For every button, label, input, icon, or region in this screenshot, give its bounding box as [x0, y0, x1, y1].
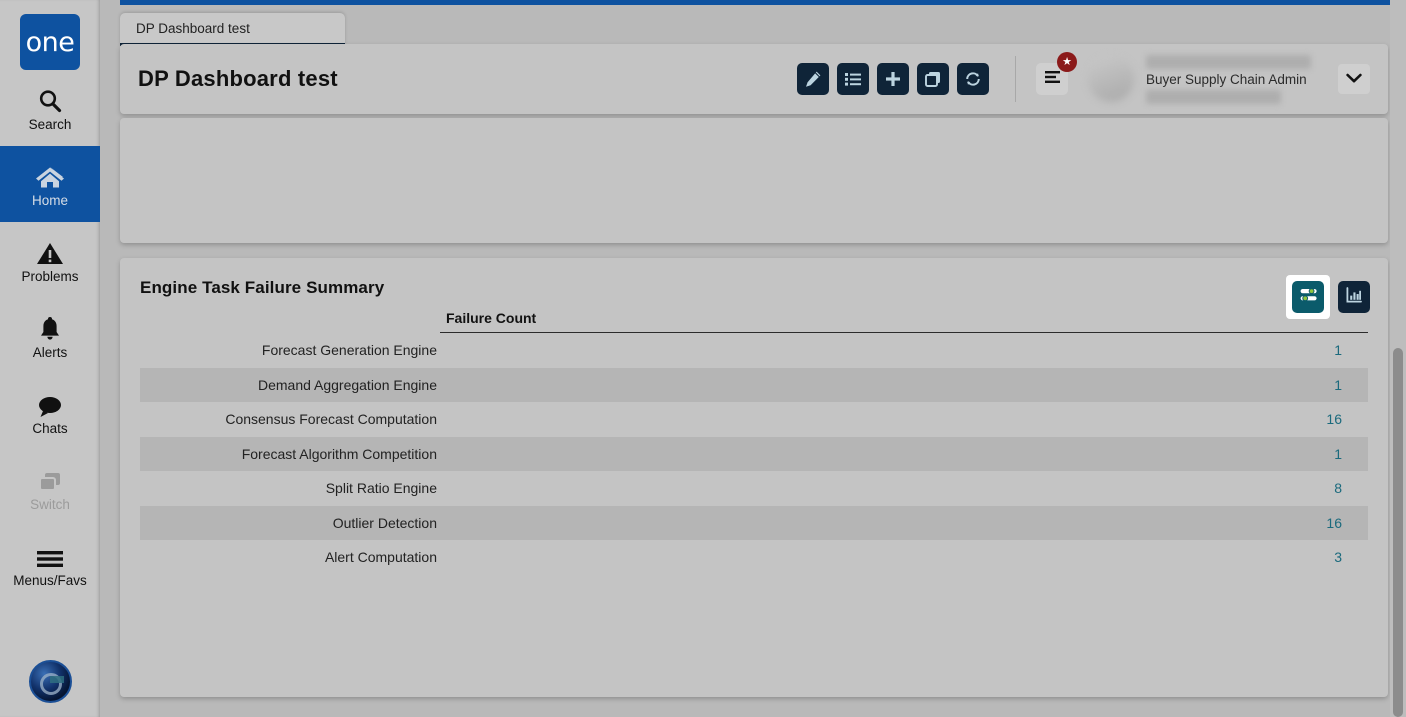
table-row[interactable]: Demand Aggregation Engine 1: [140, 367, 1368, 402]
row-value[interactable]: 1: [440, 446, 1368, 462]
page-title: DP Dashboard test: [138, 66, 338, 91]
row-label: Forecast Generation Engine: [261, 342, 437, 359]
avatar: [1088, 56, 1134, 102]
row-value[interactable]: 8: [440, 480, 1368, 496]
app-root: one Search Home Problems Alerts Chats Sw…: [0, 0, 1406, 717]
pencil-icon: [804, 70, 822, 88]
plus-icon: [884, 70, 902, 88]
tab-bar: DP Dashboard test: [120, 13, 345, 46]
sidebar-item-alerts[interactable]: Alerts: [0, 298, 100, 374]
row-value[interactable]: 16: [440, 515, 1368, 531]
sidebar-item-search[interactable]: Search: [0, 70, 100, 146]
globe-orb-icon[interactable]: [28, 660, 72, 703]
panel-title: Engine Task Failure Summary: [140, 278, 385, 297]
table-header-blank: [140, 310, 440, 333]
empty-widget-panel: [120, 118, 1388, 243]
hamburger-icon: [35, 540, 65, 570]
user-org-redacted: [1146, 89, 1281, 104]
row-label: Outlier Detection: [332, 514, 437, 531]
warning-triangle-icon: [36, 236, 64, 266]
switch-windows-icon: [36, 464, 64, 494]
home-icon: [35, 160, 65, 190]
table-header-failure-count: Failure Count: [440, 310, 1368, 333]
add-button[interactable]: [877, 63, 909, 95]
refresh-icon: [964, 70, 982, 88]
left-sidebar: one Search Home Problems Alerts Chats Sw…: [0, 0, 100, 717]
top-accent-bar: [120, 0, 1406, 5]
account-dropdown-button[interactable]: [1338, 64, 1370, 94]
sidebar-item-label: Chats: [32, 421, 68, 437]
one-logo[interactable]: one: [20, 14, 80, 70]
sidebar-item-menus-favs[interactable]: Menus/Favs: [0, 526, 100, 602]
row-value[interactable]: 1: [440, 377, 1368, 393]
table-row[interactable]: Outlier Detection 16: [140, 505, 1368, 540]
bell-icon: [37, 312, 63, 342]
notifications-menu[interactable]: ★: [1036, 52, 1077, 95]
edit-button[interactable]: [797, 63, 829, 95]
search-icon: [37, 84, 63, 114]
table-row[interactable]: Alert Computation 3: [140, 540, 1368, 575]
bar-chart-icon: [1345, 286, 1363, 309]
tab-dp-dashboard-test[interactable]: DP Dashboard test: [120, 13, 345, 46]
sidebar-item-label: Alerts: [32, 345, 68, 361]
sidebar-item-home[interactable]: Home: [0, 146, 100, 222]
row-label: Alert Computation: [324, 549, 437, 566]
page-scrollbar-thumb[interactable]: [1393, 348, 1403, 717]
table-row[interactable]: Consensus Forecast Computation 16: [140, 402, 1368, 437]
copy-icon: [924, 70, 942, 88]
failure-summary-table: Failure Count Forecast Generation Engine…: [140, 310, 1368, 575]
list-button[interactable]: [837, 63, 869, 95]
row-value[interactable]: 1: [440, 342, 1368, 358]
chart-view-button[interactable]: [1338, 281, 1370, 313]
sidebar-item-switch[interactable]: Switch: [0, 450, 100, 526]
header-divider: [1015, 56, 1016, 102]
settings-button[interactable]: [1292, 281, 1324, 313]
sidebar-item-label: Switch: [30, 497, 70, 513]
row-label: Split Ratio Engine: [325, 480, 437, 497]
row-label: Forecast Algorithm Competition: [241, 445, 437, 462]
sidebar-item-label: Problems: [21, 269, 79, 285]
sidebar-item-label: Menus/Favs: [13, 573, 87, 589]
list-icon: [844, 70, 862, 88]
page-header: DP Dashboard test ★ Buyer Supply Chain A…: [120, 44, 1388, 114]
table-row[interactable]: Split Ratio Engine 8: [140, 471, 1368, 506]
user-info: Buyer Supply Chain Admin: [1146, 54, 1316, 104]
page-scrollbar-track[interactable]: [1390, 0, 1406, 717]
one-logo-text: one: [25, 26, 75, 58]
sidebar-item-label: Search: [28, 117, 72, 133]
refresh-button[interactable]: [957, 63, 989, 95]
hamburger-icon: [1044, 70, 1061, 89]
chat-bubble-icon: [36, 388, 64, 418]
row-label: Demand Aggregation Engine: [257, 376, 437, 393]
row-value[interactable]: 3: [440, 549, 1368, 565]
table-row[interactable]: Forecast Algorithm Competition 1: [140, 436, 1368, 471]
tab-label: DP Dashboard test: [136, 20, 250, 36]
row-label: Consensus Forecast Computation: [225, 411, 437, 428]
user-name-redacted: [1146, 54, 1311, 69]
engine-task-failure-summary-panel: Engine Task Failure Summary Failure Coun…: [120, 258, 1388, 697]
star-icon: ★: [1062, 55, 1072, 68]
header-toolbar: ★ Buyer Supply Chain Admin: [789, 52, 1370, 104]
star-badge: ★: [1057, 52, 1077, 72]
chevron-down-icon: [1346, 70, 1362, 88]
sidebar-item-problems[interactable]: Problems: [0, 222, 100, 298]
sidebar-item-label: Home: [31, 193, 68, 209]
table-header-row: Failure Count: [140, 310, 1368, 333]
user-account-area[interactable]: Buyer Supply Chain Admin: [1088, 54, 1370, 104]
copy-button[interactable]: [917, 63, 949, 95]
table-row[interactable]: Forecast Generation Engine 1: [140, 333, 1368, 368]
user-role-label: Buyer Supply Chain Admin: [1146, 71, 1307, 87]
sliders-icon: [1299, 285, 1318, 309]
row-value[interactable]: 16: [440, 411, 1368, 427]
sidebar-item-chats[interactable]: Chats: [0, 374, 100, 450]
